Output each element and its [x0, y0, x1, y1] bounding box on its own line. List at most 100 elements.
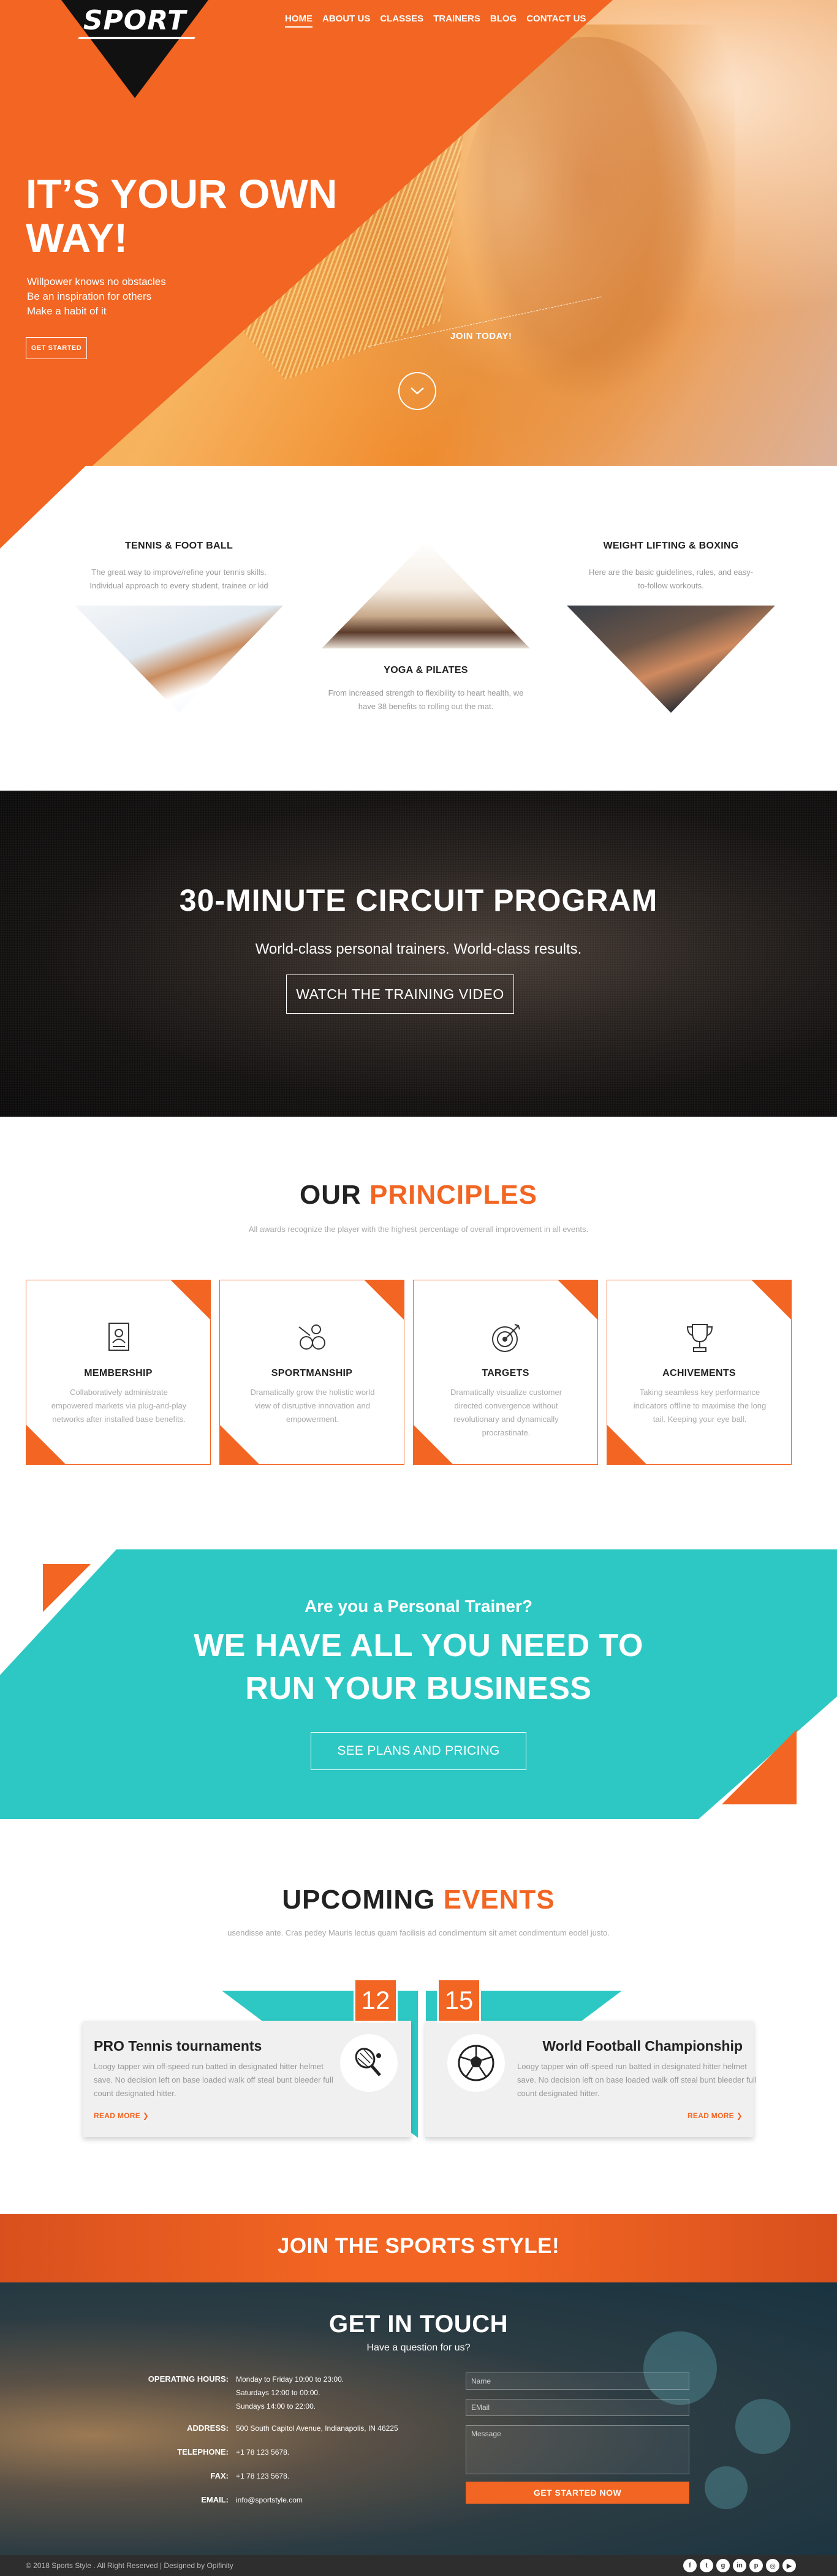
- scroll-down-button[interactable]: [398, 372, 436, 410]
- chevron-right-icon: ❯: [142, 2111, 150, 2120]
- principles-subtitle: All awards recognize the player with the…: [248, 1225, 589, 1234]
- card-corner: [607, 1425, 646, 1464]
- join-today-link[interactable]: JOIN TODAY!: [450, 331, 512, 341]
- email-value[interactable]: info@sportstyle.com: [236, 2493, 303, 2507]
- join-banner-text: JOIN THE SPORTS STYLE!: [277, 2234, 560, 2258]
- principle-card-achievements[interactable]: ACHIVEMENTS Taking seamless key performa…: [607, 1280, 792, 1465]
- circuit-title: 30-MINUTE CIRCUIT PROGRAM: [179, 883, 658, 918]
- principle-title: TARGETS: [482, 1368, 529, 1378]
- hours-line: Monday to Friday 10:00 to 23:00.: [236, 2375, 344, 2384]
- chevron-right-icon: ❯: [736, 2111, 743, 2120]
- email-field[interactable]: [466, 2399, 689, 2416]
- principles-title: OUR PRINCIPLES: [0, 1180, 837, 1210]
- activity-desc-weight: Here are the basic guidelines, rules, an…: [588, 568, 754, 590]
- main-nav: HOME ABOUT US CLASSES TRAINERS BLOG CONT…: [285, 13, 586, 28]
- email-label: EMAIL:: [201, 2495, 229, 2504]
- submit-button[interactable]: GET STARTED NOW: [466, 2482, 689, 2504]
- sports-equipment-icon: [298, 1324, 325, 1350]
- chevron-down-icon: [411, 387, 424, 395]
- watch-video-button[interactable]: WATCH THE TRAINING VIDEO: [286, 975, 514, 1014]
- activity-desc-yoga: From increased strength to flexibility t…: [328, 688, 524, 711]
- footer-copyright: © 2018 Sports Style . All Right Reserved…: [26, 2561, 233, 2570]
- twitter-icon[interactable]: t: [700, 2559, 713, 2572]
- logo-swoosh: [77, 37, 196, 39]
- activity-title-yoga: YOGA & PILATES: [384, 665, 468, 675]
- hours-label: OPERATING HOURS:: [148, 2374, 229, 2384]
- event-date: 12: [354, 1978, 398, 2023]
- nav-classes[interactable]: CLASSES: [380, 13, 423, 28]
- message-field[interactable]: [466, 2425, 689, 2474]
- principle-title: ACHIVEMENTS: [662, 1368, 736, 1378]
- nav-about-us[interactable]: ABOUT US: [322, 13, 370, 28]
- address-label: ADDRESS:: [187, 2423, 229, 2433]
- youtube-icon[interactable]: ▶: [782, 2559, 796, 2572]
- event-title: PRO Tennis tournaments: [94, 2038, 262, 2054]
- tennis-image[interactable]: [75, 606, 283, 713]
- event-desc: Loogy tapper win off-speed run batted in…: [94, 2062, 333, 2098]
- telephone-label: TELEPHONE:: [177, 2447, 229, 2456]
- pinterest-icon[interactable]: p: [749, 2559, 763, 2572]
- telephone-value[interactable]: +1 78 123 5678.: [236, 2445, 289, 2459]
- principle-title: SPORTMANSHIP: [271, 1368, 353, 1378]
- card-corner: [26, 1425, 66, 1464]
- hours-line: Sundays 14:00 to 22:00.: [236, 2402, 316, 2411]
- name-field[interactable]: [466, 2373, 689, 2390]
- contact-title: GET IN TOUCH: [329, 2311, 508, 2338]
- card-corner: [558, 1280, 597, 1320]
- address-value: 500 South Capitol Avenue, Indianapolis, …: [236, 2424, 398, 2433]
- principle-desc: Dramatically visualize customer directed…: [450, 1388, 562, 1437]
- instagram-icon[interactable]: ◎: [766, 2559, 779, 2572]
- card-corner: [220, 1425, 259, 1464]
- hero-line: Make a habit of it: [27, 305, 107, 317]
- event-icon-badge: [445, 2032, 507, 2094]
- read-more-label: READ MORE: [94, 2111, 141, 2120]
- events-title-b: EVENTS: [443, 1885, 555, 1915]
- hero-bottom-edge: [0, 466, 837, 552]
- get-started-button[interactable]: GET STARTED: [26, 337, 87, 359]
- trophy-icon: [686, 1324, 713, 1352]
- hero-line: Be an inspiration for others: [27, 291, 152, 302]
- fax-value: +1 78 123 5678.: [236, 2472, 290, 2480]
- principle-card-sportmanship[interactable]: SPORTMANSHIP Dramatically grow the holis…: [219, 1280, 404, 1465]
- target-icon: [492, 1324, 520, 1352]
- social-links: f t g in p ◎ ▶: [683, 2559, 796, 2572]
- read-more-link[interactable]: READ MORE ❯: [94, 2111, 149, 2120]
- hero-title: IT’S YOUR OWN WAY!: [26, 171, 338, 260]
- nav-home[interactable]: HOME: [285, 13, 312, 28]
- facebook-icon[interactable]: f: [683, 2559, 697, 2572]
- read-more-link[interactable]: READ MORE ❯: [687, 2111, 743, 2120]
- google-plus-icon[interactable]: g: [716, 2559, 730, 2572]
- principles-title-a: OUR: [299, 1180, 369, 1210]
- card-corner: [171, 1280, 210, 1320]
- nav-trainers[interactable]: TRAINERS: [433, 13, 480, 28]
- logo[interactable]: SPORT: [61, 5, 208, 36]
- background-bokeh: [705, 2466, 748, 2509]
- events-subtitle: usendisse ante. Cras pedey Mauris lectus…: [227, 1928, 610, 1937]
- read-more-label: READ MORE: [687, 2111, 734, 2120]
- activity-desc-tennis: The great way to improve/refine your ten…: [89, 568, 268, 590]
- principle-card-targets[interactable]: TARGETS Dramatically visualize customer …: [413, 1280, 598, 1465]
- principle-desc: Collaboratively administrate empowered m…: [51, 1388, 187, 1424]
- hours-line: Saturdays 12:00 to 00:00.: [236, 2388, 320, 2397]
- events-title-a: UPCOMING: [282, 1885, 444, 1915]
- trainer-title: WE HAVE ALL YOU NEED TO RUN YOUR BUSINES…: [194, 1628, 643, 1706]
- principle-title: MEMBERSHIP: [84, 1368, 153, 1378]
- fax-label: FAX:: [210, 2471, 229, 2480]
- event-title: World Football Championship: [542, 2038, 743, 2054]
- event-icon-badge: [338, 2032, 400, 2094]
- nav-blog[interactable]: BLOG: [490, 13, 517, 28]
- hero-line: Willpower knows no obstacles: [27, 276, 166, 287]
- nav-contact-us[interactable]: CONTACT US: [526, 13, 586, 28]
- circuit-subtitle: World-class personal trainers. World-cla…: [255, 941, 582, 957]
- activity-title-weight: WEIGHT LIFTING & BOXING: [603, 541, 739, 551]
- weightlifting-image[interactable]: [567, 606, 775, 713]
- principle-desc: Taking seamless key performance indicato…: [633, 1388, 767, 1424]
- membership-card-icon: [108, 1323, 129, 1351]
- yoga-image[interactable]: [322, 541, 530, 648]
- event-date: 15: [437, 1978, 481, 2023]
- activity-title-tennis: TENNIS & FOOT BALL: [124, 541, 233, 551]
- event-desc: Loogy tapper win off-speed run batted in…: [517, 2062, 757, 2098]
- principle-card-membership[interactable]: MEMBERSHIP Collaboratively administrate …: [26, 1280, 211, 1465]
- see-plans-button[interactable]: SEE PLANS AND PRICING: [311, 1732, 526, 1770]
- linkedin-icon[interactable]: in: [733, 2559, 746, 2572]
